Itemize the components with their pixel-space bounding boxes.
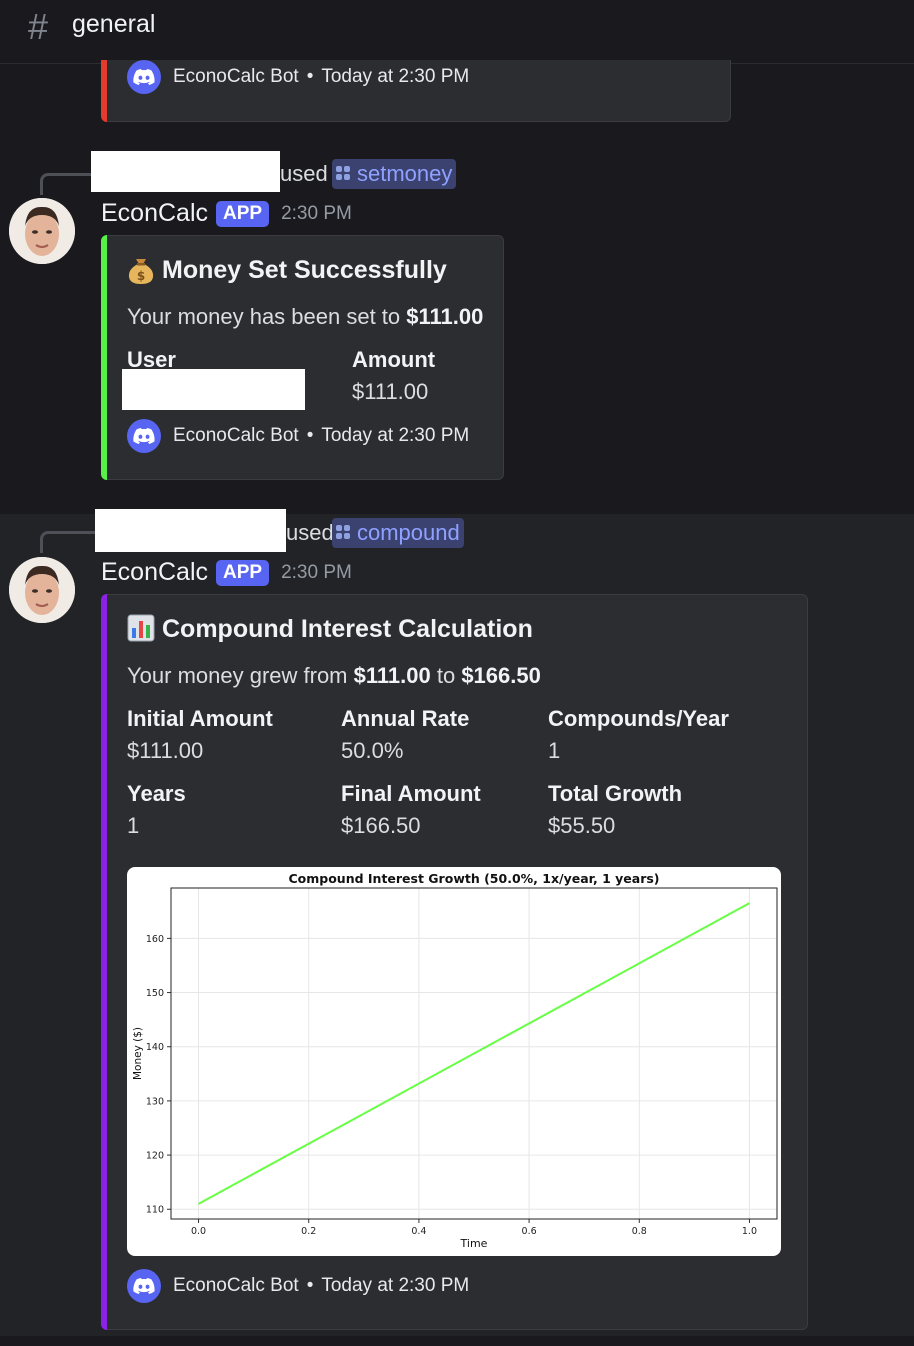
chart-image[interactable]: 0.0 0.2 0.4 0.6 0.8 1.0 110 120 130 140 150 160 Comp… bbox=[127, 867, 781, 1256]
field-name-initial-amount: Initial Amount bbox=[127, 706, 273, 731]
x-tick-label: 0.6 bbox=[522, 1226, 537, 1237]
reply-connector bbox=[40, 173, 96, 195]
svg-text:$: $ bbox=[137, 269, 145, 283]
discord-icon bbox=[127, 60, 161, 94]
field-name-final-amount: Final Amount bbox=[341, 781, 481, 806]
footer-text: EconoCalc Bot • Today at 2:30 PM bbox=[173, 1275, 470, 1296]
y-tick-label: 120 bbox=[146, 1151, 164, 1162]
field-value-total-growth: $55.50 bbox=[548, 813, 616, 838]
x-tick-label: 0.4 bbox=[411, 1226, 426, 1237]
field-value-initial-amount: $111.00 bbox=[127, 738, 204, 763]
y-tick-label: 150 bbox=[146, 988, 164, 999]
avatar[interactable] bbox=[9, 198, 75, 264]
command-compound[interactable]: compound bbox=[332, 518, 464, 548]
x-tick-label: 0.0 bbox=[191, 1226, 206, 1237]
author-name[interactable]: EconCalc bbox=[101, 199, 208, 228]
embed-footer: EconoCalc Bot • Today at 2:30 PM bbox=[127, 1269, 469, 1303]
embed-color-bar bbox=[101, 235, 107, 480]
slash-command-icon bbox=[336, 166, 352, 182]
embed-footer: EconoCalc Bot • Today at 2:30 PM bbox=[127, 60, 469, 94]
field-name-annual-rate: Annual Rate bbox=[341, 706, 470, 731]
embed-description: Your money has been set to $111.00 bbox=[127, 304, 484, 329]
field-value-compounds-year: 1 bbox=[548, 738, 561, 763]
field-name-compounds-year: Compounds/Year bbox=[548, 706, 729, 731]
embed-description: Your money grew from $111.00 to $166.50 bbox=[127, 663, 541, 688]
x-tick-label: 0.8 bbox=[632, 1226, 647, 1237]
footer-text: EconoCalc Bot • Today at 2:30 PM bbox=[173, 66, 470, 87]
channel-name[interactable]: general bbox=[72, 10, 155, 39]
field-value-years: 1 bbox=[127, 813, 140, 838]
embed-title: $ Money Set Successfully bbox=[127, 255, 447, 285]
app-badge: APP bbox=[216, 559, 270, 586]
embed-title-text: Compound Interest Calculation bbox=[162, 614, 533, 643]
channel-header: # general bbox=[0, 0, 914, 64]
series-line bbox=[198, 902, 750, 1205]
y-tick-label: 140 bbox=[146, 1042, 164, 1053]
used-label: used bbox=[280, 161, 328, 186]
x-tick-label: 0.2 bbox=[301, 1226, 316, 1237]
avatar[interactable] bbox=[9, 557, 75, 623]
embed-footer: EconoCalc Bot • Today at 2:30 PM bbox=[127, 419, 469, 453]
message-time: 2:30 PM bbox=[281, 561, 352, 583]
previous-embed: EconoCalc Bot • Today at 2:30 PM bbox=[101, 60, 731, 122]
chart-svg: 0.0 0.2 0.4 0.6 0.8 1.0 110 120 130 140 150 160 Comp… bbox=[132, 871, 778, 1250]
discord-icon bbox=[127, 419, 161, 453]
redacted-username bbox=[91, 151, 280, 192]
bar-chart-icon bbox=[127, 614, 155, 644]
y-axis-label: Money ($) bbox=[132, 1027, 144, 1080]
bottom-strip bbox=[0, 1336, 914, 1346]
discord-icon bbox=[127, 1269, 161, 1303]
embed-color-bar bbox=[101, 60, 107, 122]
message-author: EconCalc APP 2:30 PM bbox=[101, 199, 352, 228]
author-name[interactable]: EconCalc bbox=[101, 558, 208, 587]
message-time: 2:30 PM bbox=[281, 202, 352, 224]
chart-title: Compound Interest Growth (50.0%, 1x/year… bbox=[288, 871, 659, 886]
field-name-amount: Amount bbox=[352, 347, 436, 372]
embed-title-text: Money Set Successfully bbox=[162, 255, 447, 284]
message-author: EconCalc APP 2:30 PM bbox=[101, 558, 352, 587]
redacted-user-value bbox=[122, 369, 305, 410]
reply-connector bbox=[40, 531, 96, 553]
redacted-username bbox=[95, 509, 286, 552]
y-tick-label: 130 bbox=[146, 1096, 164, 1107]
app-badge: APP bbox=[216, 200, 270, 227]
y-tick-label: 160 bbox=[146, 934, 164, 945]
field-name-years: Years bbox=[127, 781, 186, 806]
field-name-total-growth: Total Growth bbox=[548, 781, 683, 806]
field-value-final-amount: $166.50 bbox=[341, 813, 421, 838]
embed-title: Compound Interest Calculation bbox=[127, 614, 533, 644]
field-value-amount: $111.00 bbox=[352, 379, 429, 404]
x-axis-label: Time bbox=[460, 1237, 488, 1250]
field-value-annual-rate: 50.0% bbox=[341, 738, 404, 763]
used-label: used bbox=[286, 520, 334, 545]
hashtag-icon: # bbox=[28, 6, 49, 47]
x-tick-label: 1.0 bbox=[742, 1226, 757, 1237]
money-bag-icon: $ bbox=[127, 255, 155, 285]
slash-command-icon bbox=[336, 525, 352, 541]
footer-text: EconoCalc Bot • Today at 2:30 PM bbox=[173, 425, 470, 446]
y-tick-label: 110 bbox=[146, 1205, 164, 1216]
embed-color-bar bbox=[101, 594, 107, 1330]
command-setmoney[interactable]: setmoney bbox=[332, 159, 457, 189]
